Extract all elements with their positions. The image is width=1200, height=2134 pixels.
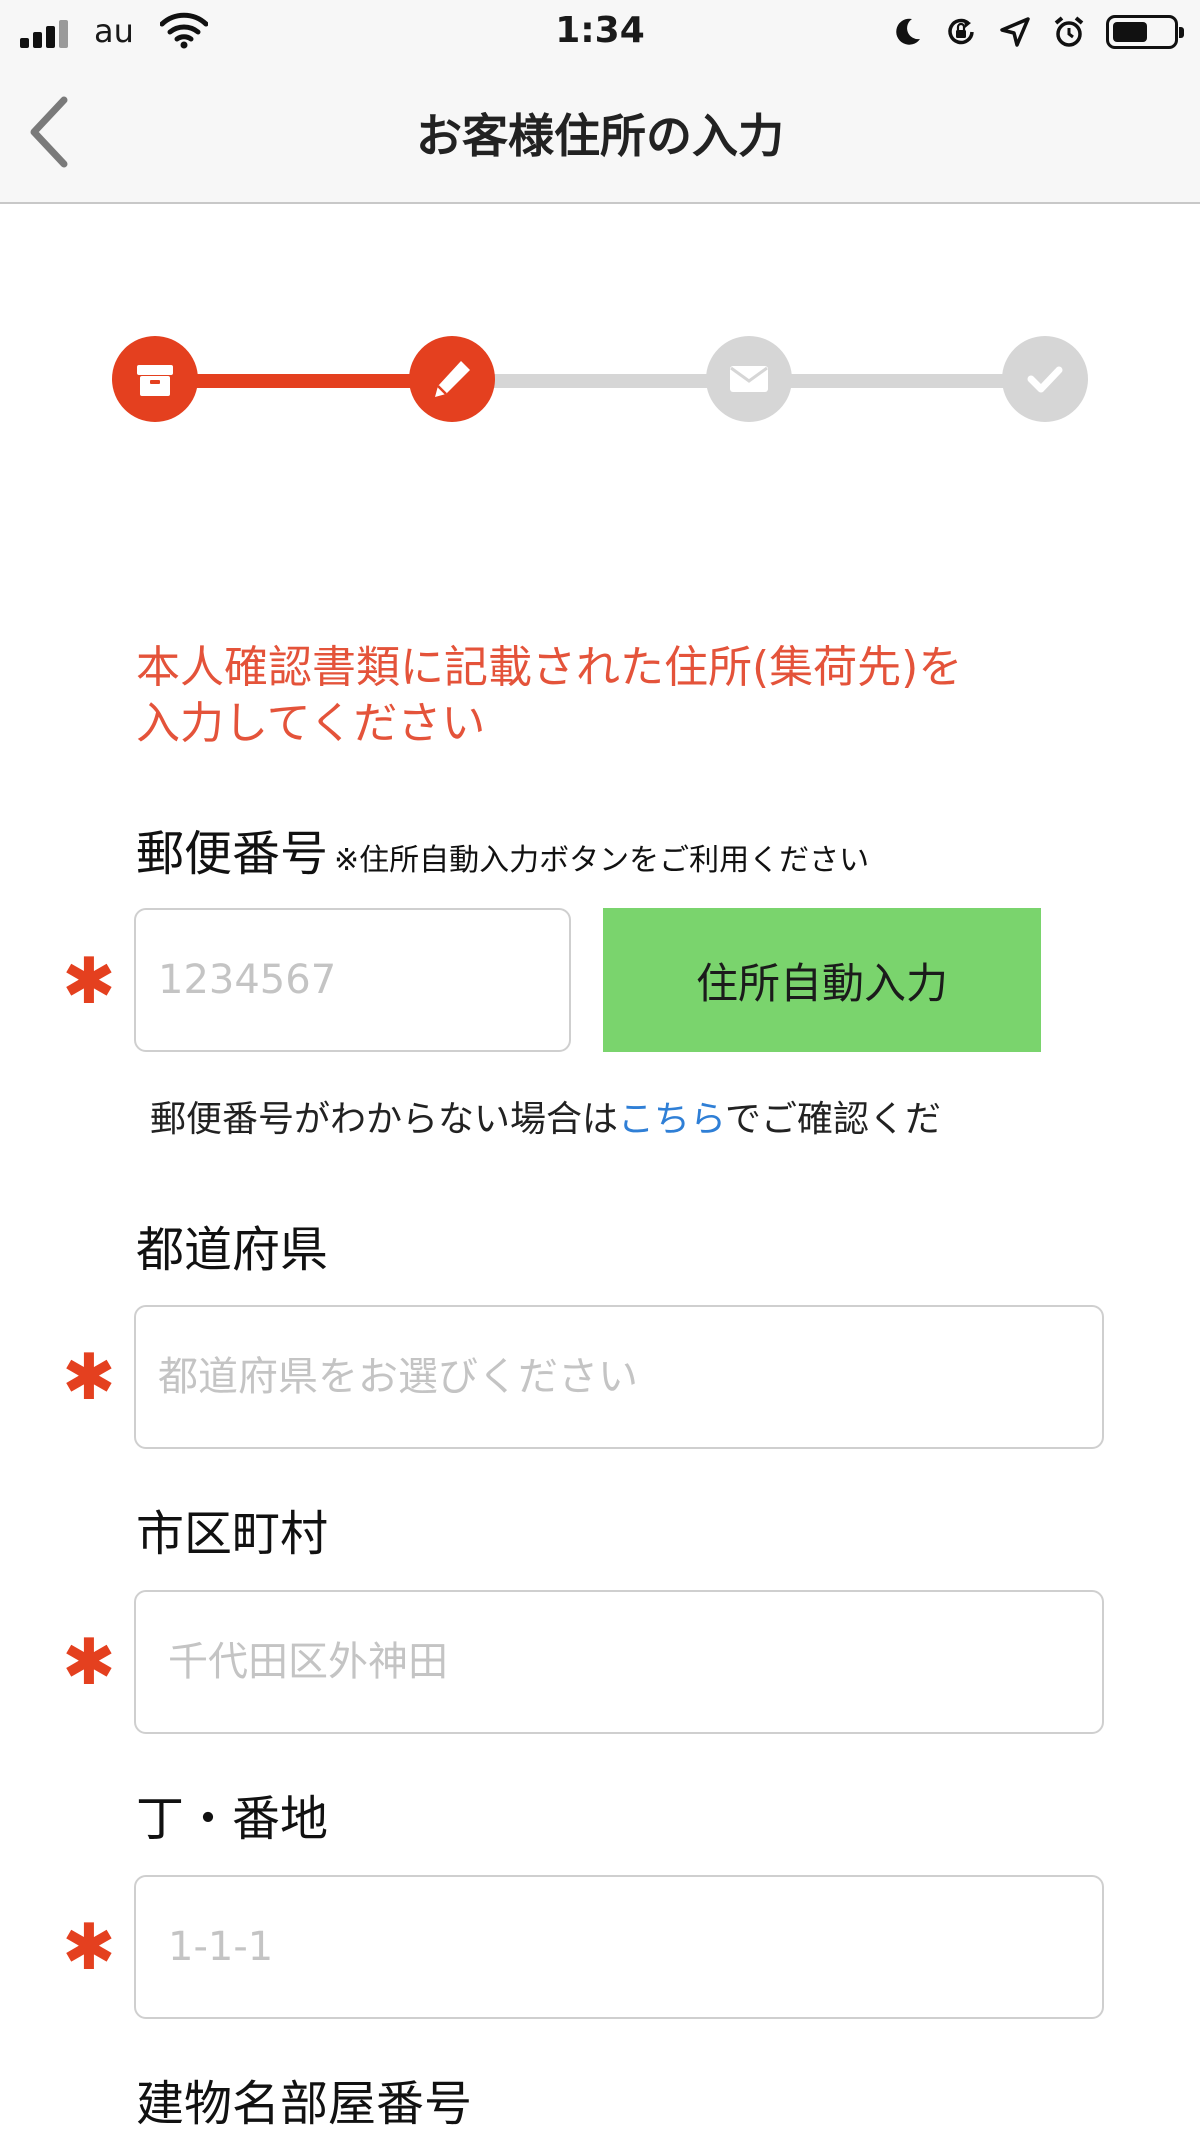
city-label: 市区町村: [136, 1506, 329, 1562]
step-3: [706, 336, 792, 422]
street-label: 丁・番地: [136, 1791, 329, 1847]
prefecture-select[interactable]: [134, 1305, 1104, 1449]
step-2: [409, 336, 495, 422]
postal-help-link[interactable]: こちら: [618, 1099, 725, 1140]
building-label: 建物名部屋番号: [136, 2076, 473, 2132]
envelope-icon: [730, 366, 768, 392]
postal-code-hint: ※住所自動入力ボタンをご利用ください: [334, 843, 870, 878]
notice-line-1: 本人確認書類に記載された住所(集荷先)を: [136, 642, 963, 693]
status-icons: [890, 12, 1184, 52]
alarm-icon: [1054, 16, 1084, 47]
notice-line-2: 入力してください: [136, 698, 486, 749]
rotation-lock-icon: [948, 18, 974, 45]
auto-fill-address-button[interactable]: 住所自動入力: [603, 908, 1041, 1052]
step-1: [112, 336, 198, 422]
postal-code-input[interactable]: [134, 908, 571, 1052]
required-mark: ✱: [62, 1341, 116, 1415]
required-mark: ✱: [62, 945, 116, 1019]
postal-help-text-end: でご確認くだ: [724, 1099, 941, 1140]
street-input[interactable]: [134, 1875, 1104, 2019]
pencil-icon: [435, 361, 470, 397]
step-4: [1002, 336, 1088, 422]
battery-icon: [1106, 15, 1184, 49]
required-mark: ✱: [62, 1626, 116, 1700]
required-mark: ✱: [62, 1911, 116, 1985]
postal-help-text: 郵便番号がわからない場合は: [150, 1099, 619, 1140]
address-notice: 本人確認書類に記載された住所(集荷先)を 入力してください: [136, 640, 1096, 752]
moon-icon: [896, 18, 920, 45]
prefecture-label: 都道府県: [136, 1222, 329, 1278]
progress-stepper: [0, 330, 1200, 430]
location-icon: [1000, 17, 1030, 47]
box-icon: [137, 365, 173, 396]
postal-code-help: 郵便番号がわからない場合はこちらでご確認くだ: [150, 1090, 941, 1142]
postal-code-label: 郵便番号 ※住所自動入力ボタンをご利用ください: [136, 814, 869, 884]
page-title: お客様住所の入力: [416, 109, 784, 163]
city-input[interactable]: [134, 1590, 1104, 1734]
postal-code-label-text: 郵便番号: [136, 826, 329, 882]
check-icon: [1027, 366, 1063, 393]
